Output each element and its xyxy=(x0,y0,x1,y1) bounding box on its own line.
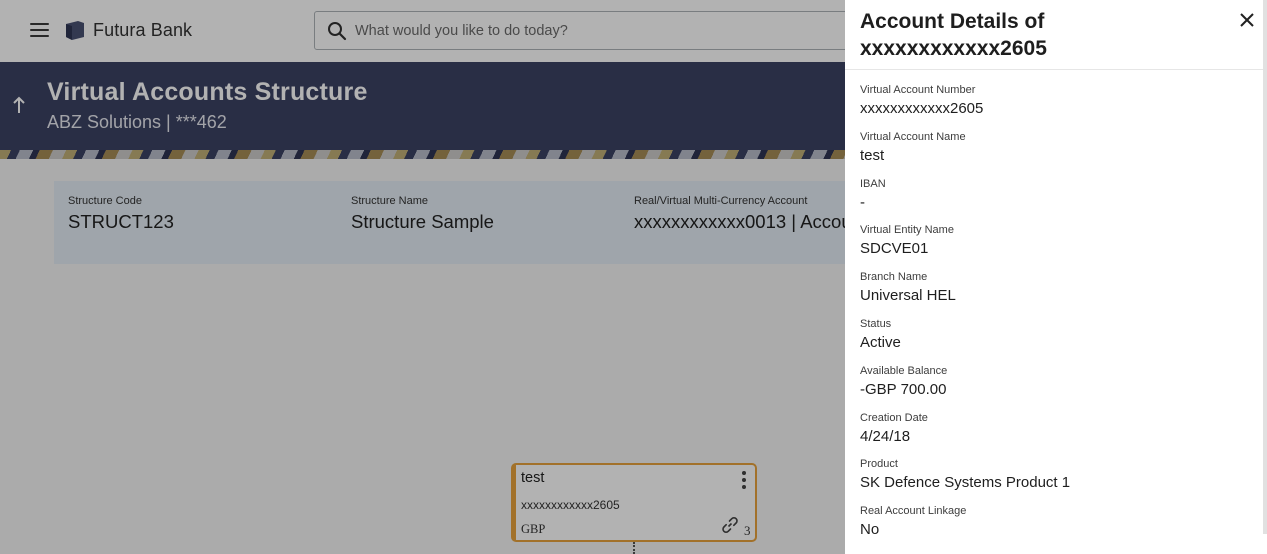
detail-real-account-linkage: Real Account Linkage No xyxy=(860,505,1240,539)
detail-value: SK Defence Systems Product 1 xyxy=(860,474,1071,491)
detail-status: Status Active xyxy=(860,318,1240,352)
detail-label: Virtual Entity Name xyxy=(860,224,954,236)
detail-label: Status xyxy=(860,318,892,330)
detail-value: 4/24/18 xyxy=(860,428,911,445)
panel-divider xyxy=(845,69,1263,70)
modal-overlay[interactable] xyxy=(0,0,845,554)
panel-scrollbar[interactable] xyxy=(1263,0,1267,534)
detail-virtual-entity-name: Virtual Entity Name SDCVE01 xyxy=(860,224,1240,258)
detail-label: Virtual Account Name xyxy=(860,131,966,143)
detail-value: Universal HEL xyxy=(860,287,956,304)
detail-available-balance: Available Balance -GBP 700.00 xyxy=(860,365,1240,399)
detail-label: IBAN xyxy=(860,178,886,190)
detail-label: Creation Date xyxy=(860,412,928,424)
detail-label: Available Balance xyxy=(860,365,948,377)
detail-value: Active xyxy=(860,334,901,351)
detail-label: Product xyxy=(860,458,898,470)
panel-title: Account Details of xxxxxxxxxxxx2605 xyxy=(860,10,1047,60)
detail-value: -GBP 700.00 xyxy=(860,381,947,398)
detail-branch-name: Branch Name Universal HEL xyxy=(860,271,1240,305)
detail-label: Real Account Linkage xyxy=(860,505,967,517)
detail-label: Virtual Account Number xyxy=(860,84,976,96)
detail-product: Product SK Defence Systems Product 1 xyxy=(860,458,1240,492)
detail-label: Branch Name xyxy=(860,271,928,283)
detail-value: test xyxy=(860,147,885,164)
detail-value: No xyxy=(860,521,880,538)
detail-value: - xyxy=(860,194,865,211)
detail-virtual-account-name: Virtual Account Name test xyxy=(860,131,1240,165)
detail-value: xxxxxxxxxxxx2605 xyxy=(860,100,984,117)
detail-value: SDCVE01 xyxy=(860,240,929,257)
detail-iban: IBAN - xyxy=(860,178,1240,212)
close-icon[interactable] xyxy=(1239,12,1255,28)
detail-creation-date: Creation Date 4/24/18 xyxy=(860,412,1240,446)
detail-virtual-account-number: Virtual Account Number xxxxxxxxxxxx2605 xyxy=(860,84,1240,118)
account-details-panel: Account Details of xxxxxxxxxxxx2605 Virt… xyxy=(845,0,1267,554)
